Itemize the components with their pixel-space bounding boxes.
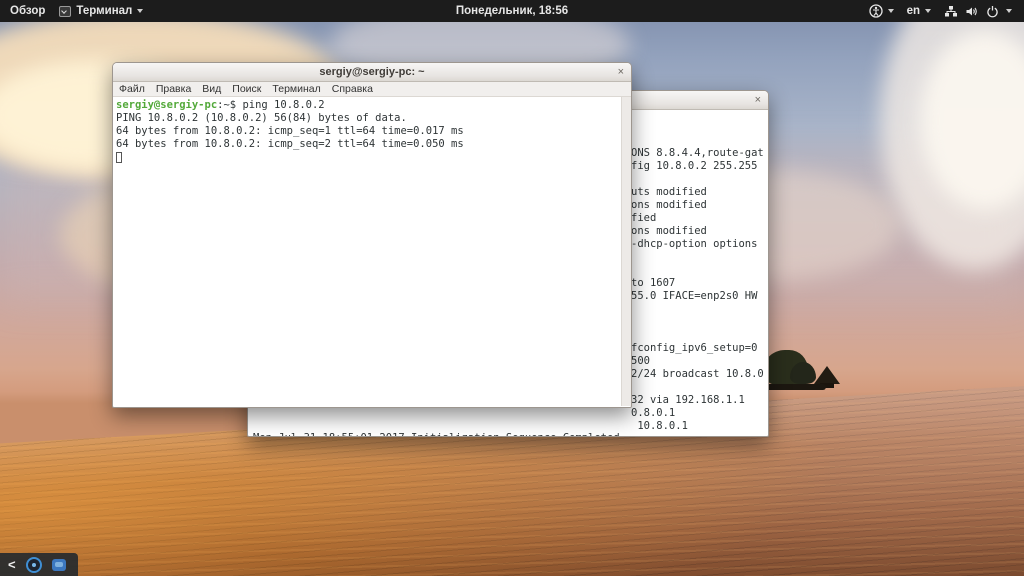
close-icon[interactable]: × [618,65,624,79]
accessibility-icon [869,4,883,18]
window-title: sergiy@sergiy-pc: ~ [319,66,424,78]
menu-view[interactable]: Вид [202,83,221,95]
island-hut [814,366,840,384]
terminal-cursor [116,152,122,163]
front-terminal-window: sergiy@sergiy-pc: ~ × Файл Правка Вид По… [112,62,632,408]
prompt-command: :~$ ping 10.8.0.2 [217,99,324,111]
network-icon [944,5,958,18]
chevron-down-icon [1006,9,1012,13]
chevron-down-icon [888,9,894,13]
menu-edit[interactable]: Правка [156,83,191,95]
top-bar: Обзор Терминал Понедельник, 18:56 en [0,0,1024,22]
prompt-user-host: sergiy@sergiy-pc [116,99,217,111]
app-menu-label: Терминал [76,5,132,17]
dock-collapse-chevron[interactable]: < [8,558,16,571]
language-label: en [907,5,920,17]
language-menu[interactable]: en [907,5,931,17]
scrollbar[interactable] [621,97,631,406]
menu-search[interactable]: Поиск [232,83,261,95]
close-icon[interactable]: × [755,93,761,107]
island-shore [760,384,826,390]
ping-output: PING 10.8.0.2 (10.8.0.2) 56(84) bytes of… [116,112,464,151]
terminal-output-bottom: Mon Jul 31 18:55:01 2017 Initialization … [253,432,620,437]
menu-terminal[interactable]: Терминал [272,83,320,95]
accessibility-menu[interactable] [869,4,894,18]
terminal-menubar: Файл Правка Вид Поиск Терминал Справка [113,82,631,97]
terminal-output-area: sergiy@sergiy-pc:~$ ping 10.8.0.2 PING 1… [113,97,631,406]
terminal-app-icon [59,6,71,17]
dock-app-icon-2[interactable] [52,559,66,571]
chevron-down-icon [925,9,931,13]
desktop: Обзор Терминал Понедельник, 18:56 en [0,0,1024,576]
power-icon [986,5,999,18]
chevron-down-icon [137,9,143,13]
app-menu[interactable]: Терминал [59,5,143,17]
activities-button[interactable]: Обзор [10,5,45,17]
bottom-dock: < [0,553,78,576]
volume-icon [965,5,979,18]
terminal-output-clipped: ONS 8.8.4.4,route-gat fig 10.8.0.2 255.2… [631,147,763,433]
menu-file[interactable]: Файл [119,83,145,95]
system-menu[interactable] [944,5,1012,18]
window-titlebar[interactable]: sergiy@sergiy-pc: ~ × [113,63,631,82]
dock-app-icon-1[interactable] [26,557,42,573]
menu-help[interactable]: Справка [332,83,373,95]
